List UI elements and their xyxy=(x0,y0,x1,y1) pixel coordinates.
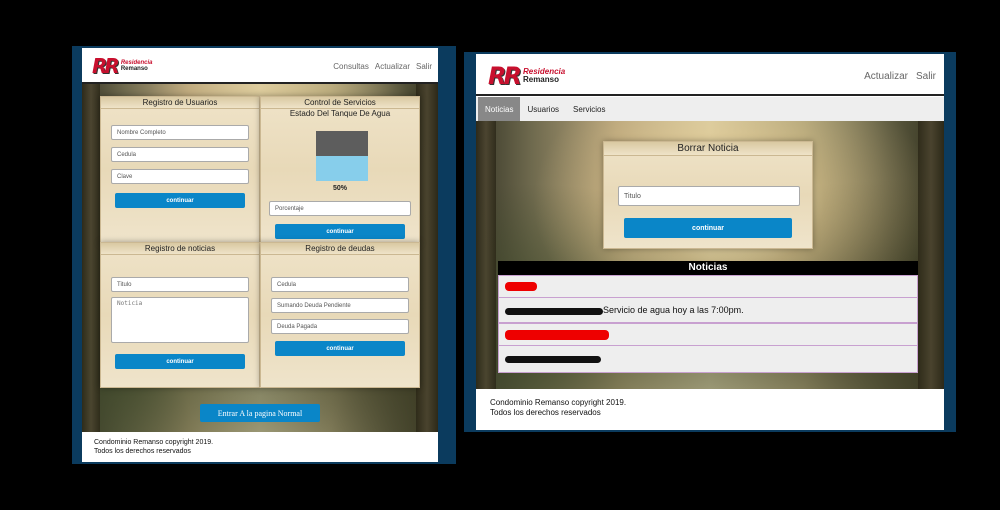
clave-input[interactable]: Clave xyxy=(111,169,249,184)
water-tank xyxy=(316,131,368,181)
deudas-continuar-button[interactable]: continuar xyxy=(275,341,405,356)
tab-bar: Noticias Usuarios Servicios xyxy=(476,97,944,121)
servicios-continuar-button[interactable]: continuar xyxy=(275,224,405,239)
borrar-continuar-button[interactable]: continuar xyxy=(624,218,792,238)
nav-salir[interactable]: Salir xyxy=(416,62,432,71)
logo-line-2: Remanso xyxy=(120,66,148,72)
tree-trunk xyxy=(82,84,100,432)
nombre-input[interactable]: Nombre Completo xyxy=(111,125,249,140)
redacted-text xyxy=(505,308,603,315)
deudas-cedula-input[interactable]: Cedula xyxy=(271,277,409,292)
news-item-body: Servicio de agua hoy a las 7:00pm. xyxy=(499,298,917,324)
water-level xyxy=(316,156,368,181)
left-page: RR Residencia Remanso Consultas Actualiz… xyxy=(82,48,438,462)
usuarios-title: Registro de Usuarios xyxy=(101,97,259,109)
right-footer: Condominio Remanso copyright 2019. Todos… xyxy=(490,398,626,418)
borrar-card: Borrar Noticia Titulo continuar xyxy=(603,141,813,249)
noticias-card: Registro de noticias Titulo Noticia cont… xyxy=(100,242,260,388)
noticias-continuar-button[interactable]: continuar xyxy=(115,354,245,369)
logo-mark: RR xyxy=(92,54,120,78)
tree-trunk xyxy=(476,121,496,389)
water-level-label: 50% xyxy=(332,185,347,192)
news-list: Servicio de agua hoy a las 7:00pm. xyxy=(498,275,918,373)
footer-copyright: Condominio Remanso copyright 2019. xyxy=(490,398,627,407)
right-window: RR Residencia Remanso Actualizar Salir N… xyxy=(464,52,956,432)
logo-text: Residencia Remanso xyxy=(523,68,565,84)
borrar-title: Borrar Noticia xyxy=(604,142,812,156)
logo-line-2: Remanso xyxy=(522,75,559,84)
left-nav: Consultas Actualizar Salir xyxy=(333,62,432,71)
deuda-pagada-input[interactable]: Deuda Pagada xyxy=(271,319,409,334)
logo[interactable]: RR Residencia Remanso xyxy=(488,62,565,90)
news-item-body xyxy=(499,346,917,372)
deudas-card: Registro de deudas Cedula Sumando Deuda … xyxy=(260,242,420,388)
entrar-normal-button[interactable]: Entrar A la pagina Normal xyxy=(200,404,320,422)
left-window: RR Residencia Remanso Consultas Actualiz… xyxy=(72,46,456,464)
left-footer: Condominio Remanso copyright 2019. Todos… xyxy=(94,438,213,456)
footer-rights: Todos los derechos reservados xyxy=(490,408,601,417)
usuarios-card: Registro de Usuarios Nombre Completo Ced… xyxy=(100,96,260,244)
logo-text: Residencia Remanso xyxy=(121,60,153,72)
news-item-title xyxy=(499,276,917,298)
redacted-title xyxy=(505,330,609,340)
forest-background: Borrar Noticia Titulo continuar Noticias… xyxy=(476,121,944,389)
noticia-textarea[interactable]: Noticia xyxy=(111,297,249,343)
noticia-placeholder: Noticia xyxy=(117,300,143,307)
forest-background: Registro de Usuarios Nombre Completo Ced… xyxy=(82,84,438,432)
redacted-text xyxy=(505,356,601,363)
titulo-input[interactable]: Titulo xyxy=(111,277,249,292)
servicios-title: Control de Servicios xyxy=(261,97,419,109)
deuda-pendiente-input[interactable]: Sumando Deuda Pendiente xyxy=(271,298,409,313)
news-header: Noticias xyxy=(498,261,918,275)
tree-trunk xyxy=(918,121,944,389)
redacted-title xyxy=(505,282,537,291)
noticias-title: Registro de noticias xyxy=(101,243,259,255)
news-panel: Noticias Servicio de agua hoy a las 7:00… xyxy=(498,261,918,377)
nav-actualizar[interactable]: Actualizar xyxy=(864,71,908,82)
news-item-title xyxy=(499,324,917,346)
servicios-card: Control de Servicios Estado Del Tanque D… xyxy=(260,96,420,244)
porcentaje-input[interactable]: Porcentaje xyxy=(269,201,411,216)
nav-salir[interactable]: Salir xyxy=(916,71,936,82)
footer-copyright: Condominio Remanso copyright 2019. xyxy=(94,439,214,446)
tab-servicios[interactable]: Servicios xyxy=(566,97,612,121)
usuarios-continuar-button[interactable]: continuar xyxy=(115,193,245,208)
tab-noticias[interactable]: Noticias xyxy=(478,97,521,121)
left-header: RR Residencia Remanso Consultas Actualiz… xyxy=(82,48,438,84)
right-header: RR Residencia Remanso Actualizar Salir xyxy=(476,54,944,96)
servicios-subtitle: Estado Del Tanque De Agua xyxy=(289,109,391,118)
logo-mark: RR xyxy=(488,62,522,90)
logo[interactable]: RR Residencia Remanso xyxy=(92,54,153,78)
cedula-input[interactable]: Cedula xyxy=(111,147,249,162)
footer-rights: Todos los derechos reservados xyxy=(94,448,191,455)
borrar-titulo-input[interactable]: Titulo xyxy=(618,186,800,206)
tab-usuarios[interactable]: Usuarios xyxy=(520,97,566,121)
right-nav: Actualizar Salir xyxy=(864,71,936,82)
nav-actualizar[interactable]: Actualizar xyxy=(375,62,410,71)
nav-consultas[interactable]: Consultas xyxy=(333,62,369,71)
right-page: RR Residencia Remanso Actualizar Salir N… xyxy=(476,54,944,430)
deudas-title: Registro de deudas xyxy=(261,243,419,255)
news-body-text: Servicio de agua hoy a las 7:00pm. xyxy=(603,305,744,315)
